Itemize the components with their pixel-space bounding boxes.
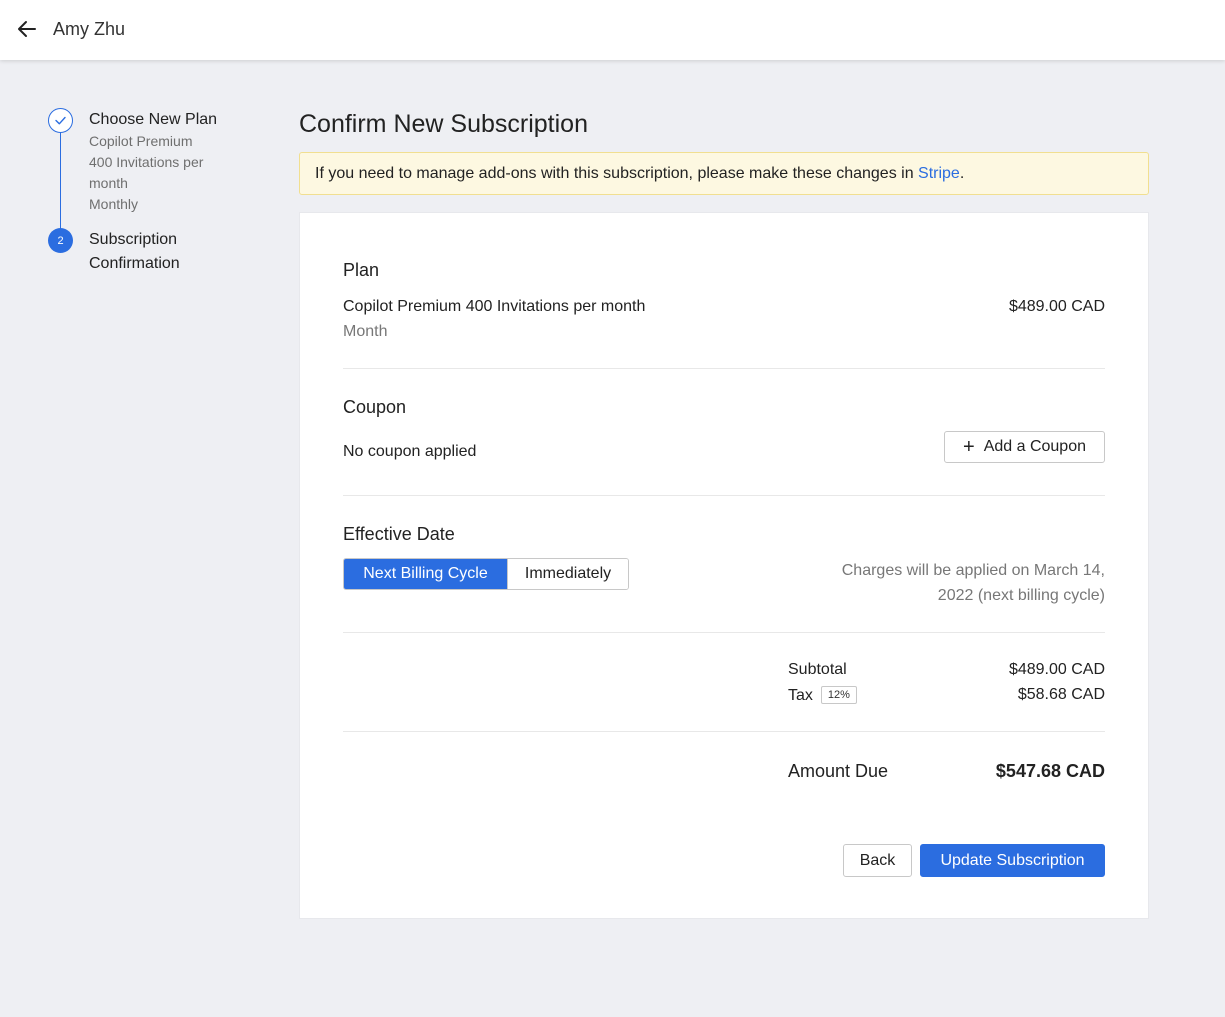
plan-heading: Plan	[343, 260, 380, 280]
update-subscription-button[interactable]: Update Subscription	[920, 844, 1105, 877]
plan-price: $489.00 CAD	[1008, 298, 1105, 315]
tax-row: Tax 12%	[788, 686, 857, 705]
arrow-left-icon[interactable]	[16, 18, 38, 40]
amount-due-value: $547.68 CAD	[995, 761, 1105, 781]
tax-label: Tax	[788, 687, 813, 704]
effective-date-heading: Effective Date	[343, 524, 455, 544]
add-coupon-button[interactable]: + Add a Coupon	[944, 431, 1105, 463]
divider	[343, 632, 1105, 633]
next-billing-cycle-option[interactable]: Next Billing Cycle	[344, 559, 507, 589]
coupon-status: No coupon applied	[343, 443, 477, 460]
plan-interval: Month	[343, 323, 388, 340]
step-detail: Monthly	[89, 196, 139, 212]
step-title: Subscription	[89, 231, 178, 248]
step-title: Choose New Plan	[89, 111, 218, 128]
divider	[343, 368, 1105, 369]
step-detail: month	[89, 175, 128, 191]
charges-note-line: 2022 (next billing cycle)	[937, 587, 1105, 604]
subscription-summary-card: Plan Copilot Premium 400 Invitations per…	[299, 212, 1149, 919]
coupon-heading: Coupon	[343, 397, 407, 417]
check-icon	[55, 116, 66, 125]
tax-value: $58.68 CAD	[1017, 686, 1105, 703]
plus-icon: +	[963, 436, 975, 458]
add-coupon-label: Add a Coupon	[983, 438, 1086, 455]
notice-text: If you need to manage add-ons with this …	[315, 165, 919, 182]
charges-note-line: Charges will be applied on March 14,	[841, 562, 1105, 579]
step-number-badge: 2	[48, 228, 73, 253]
back-button[interactable]: Back	[843, 844, 912, 877]
divider	[343, 731, 1105, 732]
amount-due-label: Amount Due	[788, 761, 889, 781]
effective-date-toggle: Next Billing Cycle Immediately	[343, 558, 629, 590]
subtotal-label: Subtotal	[788, 661, 847, 678]
top-bar: Amy Zhu	[0, 0, 1225, 60]
plan-name: Copilot Premium 400 Invitations per mont…	[343, 298, 646, 315]
immediately-option[interactable]: Immediately	[507, 559, 628, 589]
user-name: Amy Zhu	[53, 19, 126, 39]
divider	[343, 495, 1105, 496]
charges-note: Charges will be applied on March 14, 202…	[805, 558, 1105, 608]
addons-notice: If you need to manage add-ons with this …	[299, 152, 1149, 195]
page-title: Confirm New Subscription	[299, 110, 588, 138]
step-title: Confirmation	[89, 255, 180, 272]
step-detail: Copilot Premium	[89, 133, 193, 149]
tax-rate-badge: 12%	[820, 686, 857, 704]
stripe-link[interactable]: Stripe	[918, 165, 960, 182]
stepper-connector	[60, 132, 61, 230]
subtotal-value: $489.00 CAD	[1008, 661, 1105, 678]
step-detail: 400 Invitations per	[89, 154, 204, 170]
step-done-indicator	[48, 108, 73, 133]
notice-end: .	[959, 165, 965, 182]
